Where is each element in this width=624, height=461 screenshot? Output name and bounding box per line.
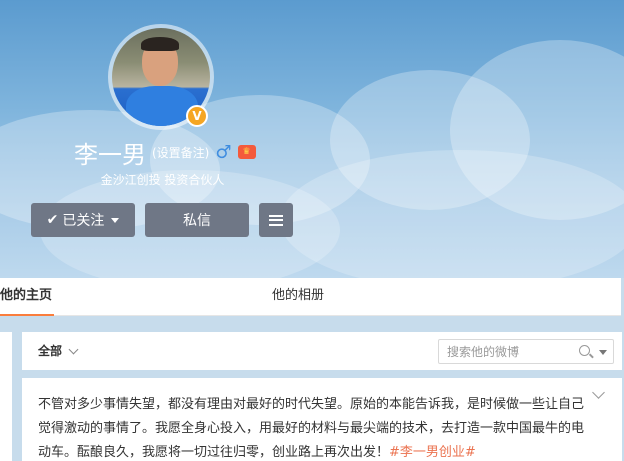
check-icon: ✔ — [46, 212, 59, 228]
filter-dropdown[interactable]: 全部 — [38, 332, 79, 370]
tab-home[interactable]: 他的主页 — [0, 278, 54, 316]
male-icon: ♂ — [215, 141, 232, 163]
profile-name: 李一男 — [74, 140, 146, 169]
profile-tabs: 他的主页 他的相册 — [0, 278, 621, 316]
search-box — [438, 339, 614, 364]
search-options-caret-icon[interactable] — [599, 350, 607, 355]
tab-album[interactable]: 他的相册 — [272, 278, 324, 316]
post-menu-chevron-icon[interactable] — [592, 386, 605, 399]
verified-v-icon: V — [186, 105, 208, 127]
left-sidebar-edge — [0, 332, 12, 461]
search-icon[interactable] — [579, 345, 590, 356]
feed-filter-bar: 全部 — [22, 332, 622, 370]
post-text: 不管对多少事情失望，都没有理由对最好的时代失望。原始的本能告诉我，是时候做一些让… — [38, 393, 594, 461]
menu-icon — [269, 214, 283, 226]
message-label: 私信 — [183, 213, 211, 229]
message-button[interactable]: 私信 — [145, 203, 249, 237]
set-remark-link[interactable]: (设置备注) — [152, 144, 209, 161]
hashtag-link[interactable]: #李一男创业# — [389, 445, 476, 460]
name-row: 李一男 (设置备注) ♂ ♛ — [74, 136, 256, 169]
filter-label: 全部 — [38, 344, 63, 358]
post-body: 不管对多少事情失望，都没有理由对最好的时代失望。原始的本能告诉我，是时候做一些让… — [38, 397, 585, 460]
post-card: 不管对多少事情失望，都没有理由对最好的时代失望。原始的本能告诉我，是时候做一些让… — [22, 378, 622, 461]
caret-down-icon — [111, 217, 120, 223]
follow-button[interactable]: ✔ 已关注 — [31, 203, 135, 237]
more-menu-button[interactable] — [259, 203, 293, 237]
profile-cover: V 李一男 (设置备注) ♂ ♛ 金沙江创投 投资合伙人 ✔ 已关注 私信 — [0, 0, 624, 278]
search-input[interactable] — [447, 343, 577, 361]
chevron-down-icon — [68, 344, 79, 354]
follow-label: 已关注 — [62, 213, 105, 229]
profile-bio: 金沙江创投 投资合伙人 — [100, 173, 225, 187]
vip-member-icon[interactable]: ♛ — [237, 145, 256, 159]
